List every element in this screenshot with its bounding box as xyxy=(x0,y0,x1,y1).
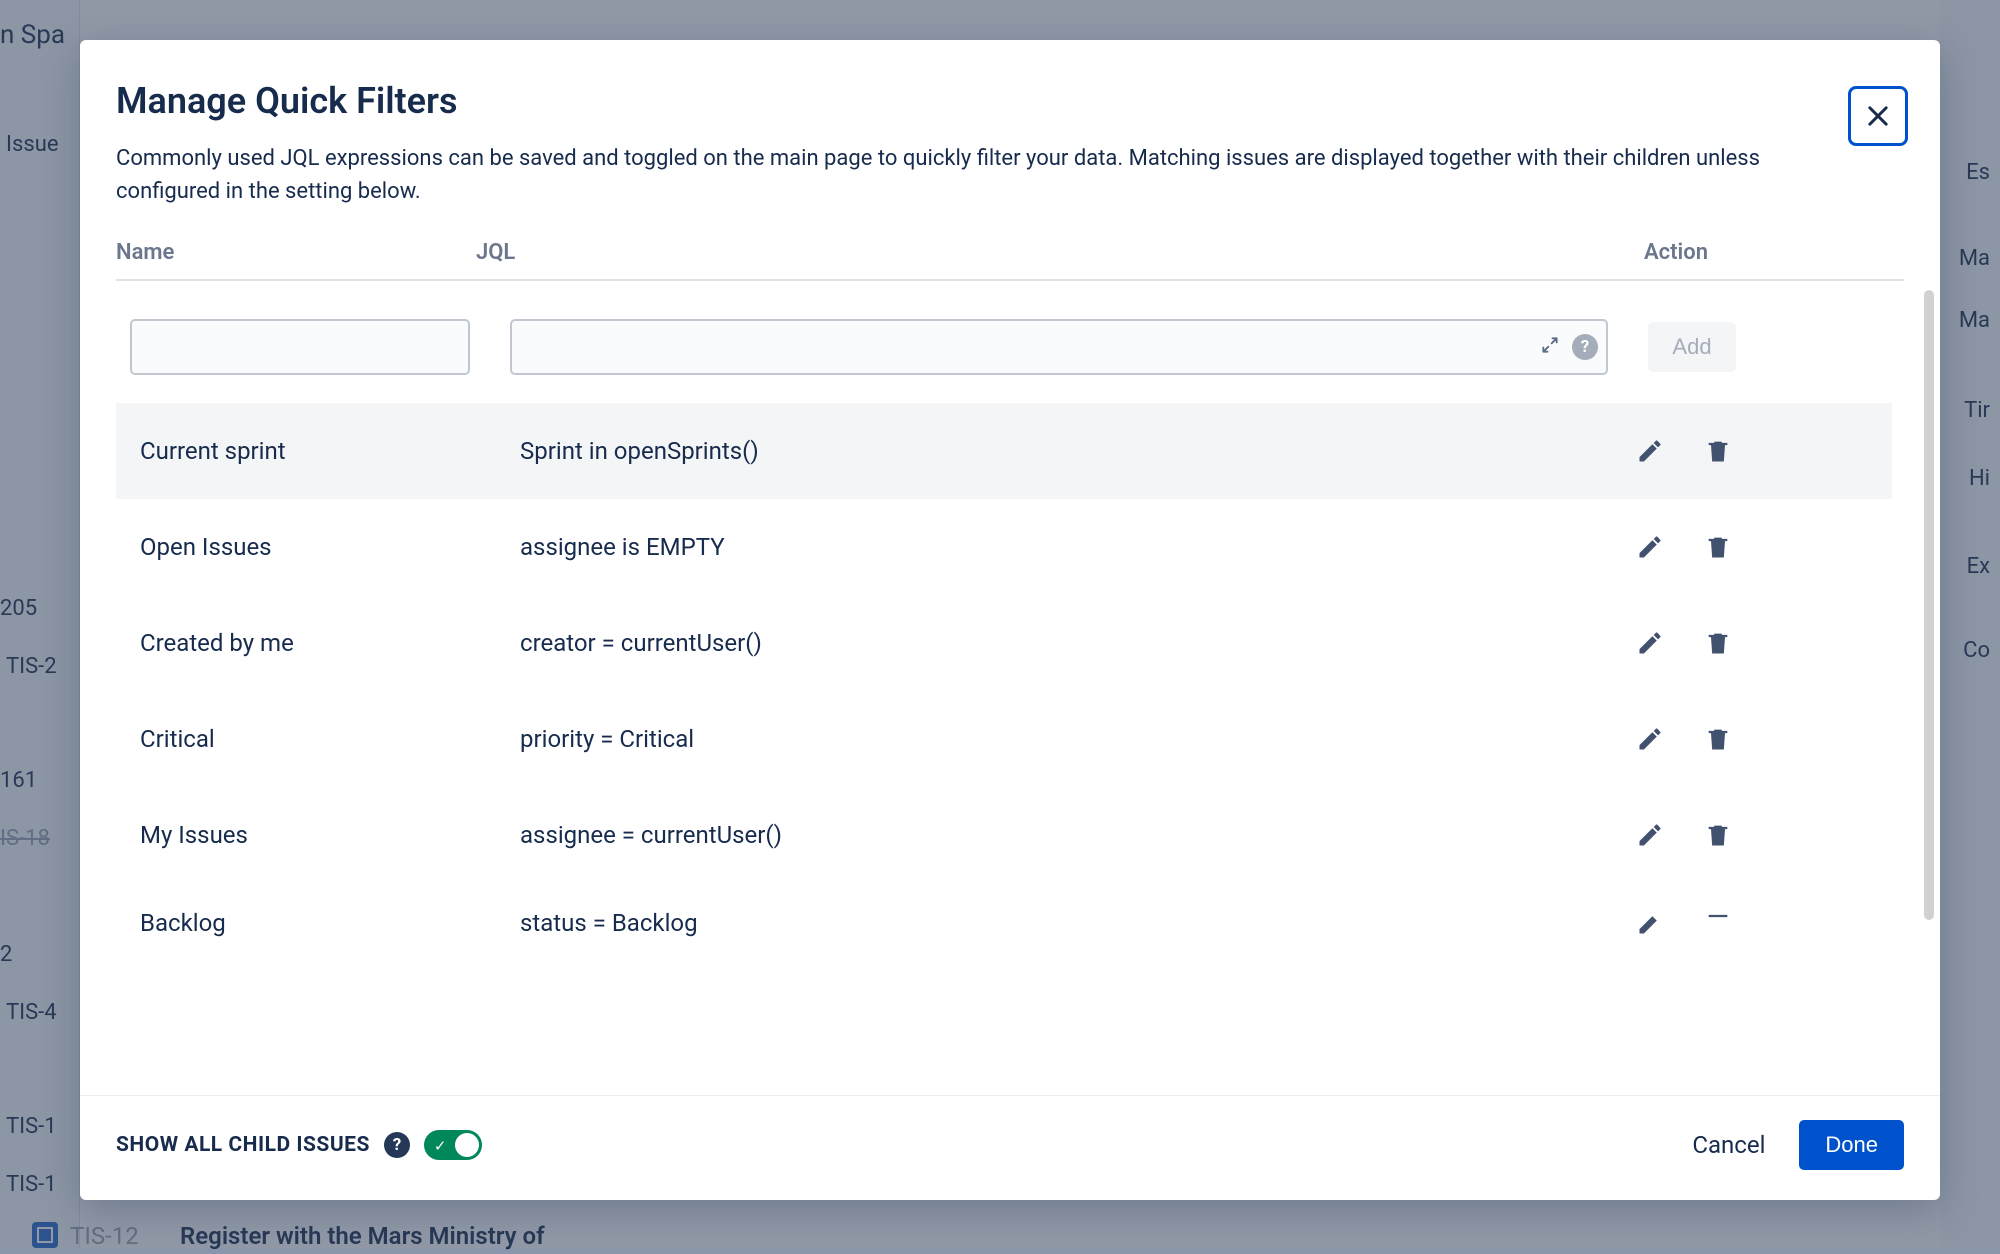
toggle-knob xyxy=(455,1133,479,1157)
delete-icon[interactable] xyxy=(1704,437,1732,465)
edit-icon[interactable] xyxy=(1636,629,1664,657)
filter-name: Created by me xyxy=(140,629,520,657)
delete-icon[interactable] xyxy=(1704,909,1732,937)
name-input[interactable] xyxy=(130,319,470,375)
col-header-action: Action xyxy=(1644,240,1904,265)
scrollbar[interactable] xyxy=(1924,290,1934,920)
delete-icon[interactable] xyxy=(1704,725,1732,753)
filter-actions xyxy=(1628,629,1868,657)
edit-icon[interactable] xyxy=(1636,533,1664,561)
done-button[interactable]: Done xyxy=(1799,1120,1904,1170)
filter-row[interactable]: Backlog status = Backlog xyxy=(116,883,1892,943)
filter-jql: status = Backlog xyxy=(520,909,1628,937)
filter-jql: assignee is EMPTY xyxy=(520,533,1628,561)
filter-name: My Issues xyxy=(140,821,520,849)
cancel-button[interactable]: Cancel xyxy=(1692,1131,1765,1159)
filter-actions xyxy=(1628,725,1868,753)
filter-jql: Sprint in openSprints() xyxy=(520,437,1628,465)
col-header-name: Name xyxy=(116,240,476,265)
show-children-toggle[interactable]: ✓ xyxy=(424,1130,482,1160)
close-icon xyxy=(1864,102,1892,130)
filter-name: Current sprint xyxy=(140,437,520,465)
modal-footer: SHOW ALL CHILD ISSUES ? ✓ Cancel Done xyxy=(80,1095,1940,1200)
filters-scroll-area[interactable]: ? Add Current sprint Sprint in openSprin… xyxy=(116,301,1904,1075)
filter-actions xyxy=(1628,821,1868,849)
delete-icon[interactable] xyxy=(1704,821,1732,849)
filter-row[interactable]: Open Issues assignee is EMPTY xyxy=(116,499,1892,595)
filter-row[interactable]: Current sprint Sprint in openSprints() xyxy=(116,403,1892,499)
jql-input[interactable] xyxy=(510,319,1608,375)
help-icon[interactable]: ? xyxy=(1572,334,1598,360)
modal-title: Manage Quick Filters xyxy=(116,80,1904,122)
manage-quick-filters-modal: Manage Quick Filters Commonly used JQL e… xyxy=(80,40,1940,1200)
jql-input-wrap: ? xyxy=(510,319,1608,375)
close-button[interactable] xyxy=(1848,86,1908,146)
check-icon: ✓ xyxy=(434,1137,447,1155)
table-header: Name JQL Action xyxy=(116,232,1904,281)
jql-input-icons: ? xyxy=(1540,334,1598,360)
filter-name: Open Issues xyxy=(140,533,520,561)
edit-icon[interactable] xyxy=(1636,909,1664,937)
filter-actions xyxy=(1628,437,1868,465)
toggle-label: SHOW ALL CHILD ISSUES xyxy=(116,1133,370,1157)
filter-jql: priority = Critical xyxy=(520,725,1628,753)
footer-left: SHOW ALL CHILD ISSUES ? ✓ xyxy=(116,1130,482,1160)
filter-jql: assignee = currentUser() xyxy=(520,821,1628,849)
footer-right: Cancel Done xyxy=(1692,1120,1904,1170)
edit-icon[interactable] xyxy=(1636,725,1664,753)
filter-row[interactable]: Created by me creator = currentUser() xyxy=(116,595,1892,691)
modal-body: Manage Quick Filters Commonly used JQL e… xyxy=(80,40,1940,1095)
col-header-jql: JQL xyxy=(476,240,1644,265)
filter-name: Critical xyxy=(140,725,520,753)
filter-row[interactable]: My Issues assignee = currentUser() xyxy=(116,787,1892,883)
filter-actions xyxy=(1628,533,1868,561)
filter-row[interactable]: Critical priority = Critical xyxy=(116,691,1892,787)
delete-icon[interactable] xyxy=(1704,533,1732,561)
delete-icon[interactable] xyxy=(1704,629,1732,657)
filter-name: Backlog xyxy=(140,909,520,937)
expand-icon[interactable] xyxy=(1540,335,1560,359)
help-icon[interactable]: ? xyxy=(384,1132,410,1158)
modal-description: Commonly used JQL expressions can be sav… xyxy=(116,142,1856,208)
filter-jql: creator = currentUser() xyxy=(520,629,1628,657)
add-button[interactable]: Add xyxy=(1648,322,1736,372)
edit-icon[interactable] xyxy=(1636,437,1664,465)
filter-actions xyxy=(1628,909,1868,937)
edit-icon[interactable] xyxy=(1636,821,1664,849)
new-filter-row: ? Add xyxy=(116,301,1892,403)
